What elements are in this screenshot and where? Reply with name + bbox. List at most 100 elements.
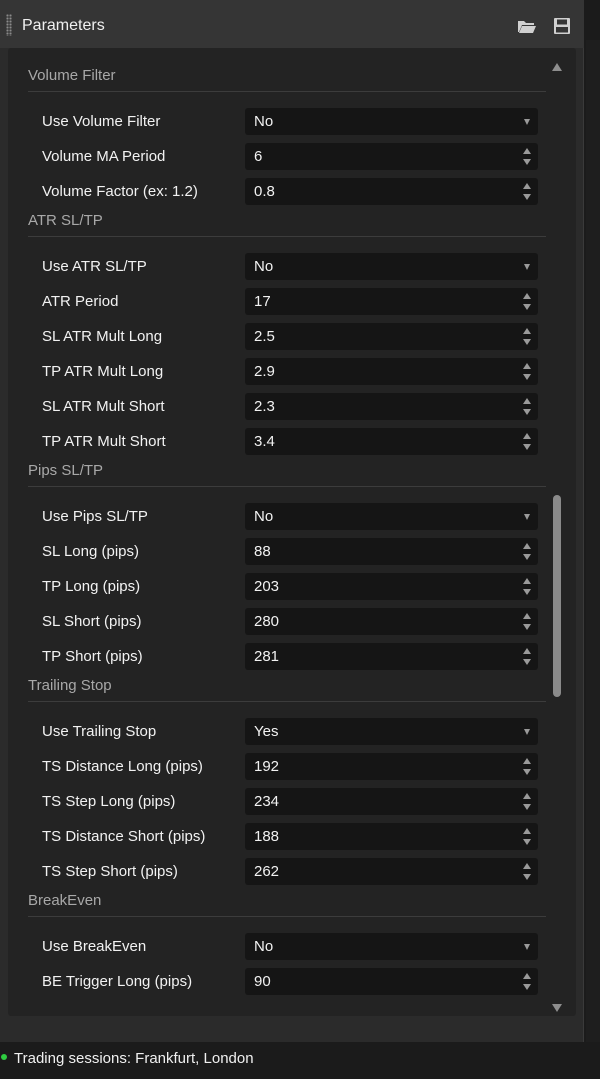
spinner-arrows[interactable] xyxy=(523,648,531,665)
spin-down-icon[interactable] xyxy=(523,769,531,775)
parameter-label: SL ATR Mult Long xyxy=(42,328,163,345)
parameter-value: Yes xyxy=(254,723,279,740)
parameter-spinner[interactable]: 3.4 xyxy=(245,428,538,455)
spin-up-icon[interactable] xyxy=(523,793,531,799)
status-dot-icon xyxy=(1,1054,7,1060)
spinner-arrows[interactable] xyxy=(523,578,531,595)
parameter-dropdown[interactable]: Yes xyxy=(245,718,538,745)
spin-up-icon[interactable] xyxy=(523,293,531,299)
spinner-arrows[interactable] xyxy=(523,293,531,310)
status-text: Trading sessions: Frankfurt, London xyxy=(14,1050,254,1067)
spin-down-icon[interactable] xyxy=(523,659,531,665)
parameter-spinner[interactable]: 234 xyxy=(245,788,538,815)
spin-down-icon[interactable] xyxy=(523,194,531,200)
spin-up-icon[interactable] xyxy=(523,613,531,619)
spin-up-icon[interactable] xyxy=(523,648,531,654)
spinner-arrows[interactable] xyxy=(523,758,531,775)
spin-down-icon[interactable] xyxy=(523,374,531,380)
parameter-dropdown[interactable]: No xyxy=(245,503,538,530)
dropdown-arrow-icon[interactable] xyxy=(524,514,530,520)
spin-up-icon[interactable] xyxy=(523,183,531,189)
parameter-spinner[interactable]: 6 xyxy=(245,143,538,170)
spinner-arrows[interactable] xyxy=(523,973,531,990)
parameter-spinner[interactable]: 17 xyxy=(245,288,538,315)
parameter-spinner[interactable]: 188 xyxy=(245,823,538,850)
parameter-spinner[interactable]: 203 xyxy=(245,573,538,600)
parameter-label: TS Distance Short (pips) xyxy=(42,828,206,845)
parameter-spinner[interactable]: 88 xyxy=(245,538,538,565)
parameter-value: 3.4 xyxy=(254,433,275,450)
parameter-list[interactable]: Volume Filter Use Volume Filter No Volume M… xyxy=(8,48,576,1016)
parameter-label: TP Long (pips) xyxy=(42,578,141,595)
scrollbar-thumb[interactable] xyxy=(553,495,561,697)
section-header: Trailing Stop xyxy=(28,677,546,702)
parameter-spinner[interactable]: 2.9 xyxy=(245,358,538,385)
parameter-label: Use Volume Filter xyxy=(42,113,161,130)
parameter-label: SL Short (pips) xyxy=(42,613,142,630)
spinner-arrows[interactable] xyxy=(523,863,531,880)
spin-down-icon[interactable] xyxy=(523,804,531,810)
spin-up-icon[interactable] xyxy=(523,758,531,764)
panel-title: Parameters xyxy=(22,17,105,34)
spinner-arrows[interactable] xyxy=(523,398,531,415)
dropdown-arrow-icon[interactable] xyxy=(524,944,530,950)
parameter-label: TP ATR Mult Short xyxy=(42,433,166,450)
spinner-arrows[interactable] xyxy=(523,328,531,345)
parameter-value: 2.5 xyxy=(254,328,275,345)
section-header: Pips SL/TP xyxy=(28,462,546,487)
parameter-value: 234 xyxy=(254,793,280,810)
spin-down-icon[interactable] xyxy=(523,339,531,345)
spinner-arrows[interactable] xyxy=(523,543,531,560)
parameter-spinner[interactable]: 2.5 xyxy=(245,323,538,350)
spin-up-icon[interactable] xyxy=(523,578,531,584)
parameter-spinner[interactable]: 262 xyxy=(245,858,538,885)
parameter-label: TP Short (pips) xyxy=(42,648,143,665)
spinner-arrows[interactable] xyxy=(523,433,531,450)
spin-up-icon[interactable] xyxy=(523,363,531,369)
spin-down-icon[interactable] xyxy=(523,874,531,880)
spinner-arrows[interactable] xyxy=(523,793,531,810)
spinner-arrows[interactable] xyxy=(523,183,531,200)
parameter-spinner[interactable]: 281 xyxy=(245,643,538,670)
parameter-dropdown[interactable]: No xyxy=(245,253,538,280)
parameter-value: 17 xyxy=(254,293,271,310)
spin-down-icon[interactable] xyxy=(523,984,531,990)
parameter-spinner[interactable]: 280 xyxy=(245,608,538,635)
drag-grip-icon[interactable] xyxy=(6,14,12,36)
parameter-value: No xyxy=(254,258,274,275)
dropdown-arrow-icon[interactable] xyxy=(524,264,530,270)
parameter-spinner[interactable]: 0.8 xyxy=(245,178,538,205)
folder-open-icon[interactable] xyxy=(517,17,537,35)
dropdown-arrow-icon[interactable] xyxy=(524,729,530,735)
spinner-arrows[interactable] xyxy=(523,363,531,380)
spin-up-icon[interactable] xyxy=(523,543,531,549)
parameter-dropdown[interactable]: No xyxy=(245,933,538,960)
spin-down-icon[interactable] xyxy=(523,554,531,560)
spin-down-icon[interactable] xyxy=(523,839,531,845)
parameter-spinner[interactable]: 192 xyxy=(245,753,538,780)
spin-up-icon[interactable] xyxy=(523,973,531,979)
spin-up-icon[interactable] xyxy=(523,863,531,869)
spin-up-icon[interactable] xyxy=(523,328,531,334)
spinner-arrows[interactable] xyxy=(523,613,531,630)
spin-up-icon[interactable] xyxy=(523,433,531,439)
spin-down-icon[interactable] xyxy=(523,624,531,630)
spin-down-icon[interactable] xyxy=(523,159,531,165)
spinner-arrows[interactable] xyxy=(523,148,531,165)
scroll-down-arrow-icon[interactable] xyxy=(552,1004,562,1012)
parameter-label: SL ATR Mult Short xyxy=(42,398,165,415)
spin-down-icon[interactable] xyxy=(523,304,531,310)
spin-up-icon[interactable] xyxy=(523,828,531,834)
scroll-up-arrow-icon[interactable] xyxy=(552,63,562,71)
dropdown-arrow-icon[interactable] xyxy=(524,119,530,125)
save-disk-icon[interactable] xyxy=(552,17,572,35)
spinner-arrows[interactable] xyxy=(523,828,531,845)
parameter-spinner[interactable]: 90 xyxy=(245,968,538,995)
spin-up-icon[interactable] xyxy=(523,148,531,154)
parameter-dropdown[interactable]: No xyxy=(245,108,538,135)
spin-up-icon[interactable] xyxy=(523,398,531,404)
spin-down-icon[interactable] xyxy=(523,409,531,415)
parameter-spinner[interactable]: 2.3 xyxy=(245,393,538,420)
spin-down-icon[interactable] xyxy=(523,444,531,450)
spin-down-icon[interactable] xyxy=(523,589,531,595)
